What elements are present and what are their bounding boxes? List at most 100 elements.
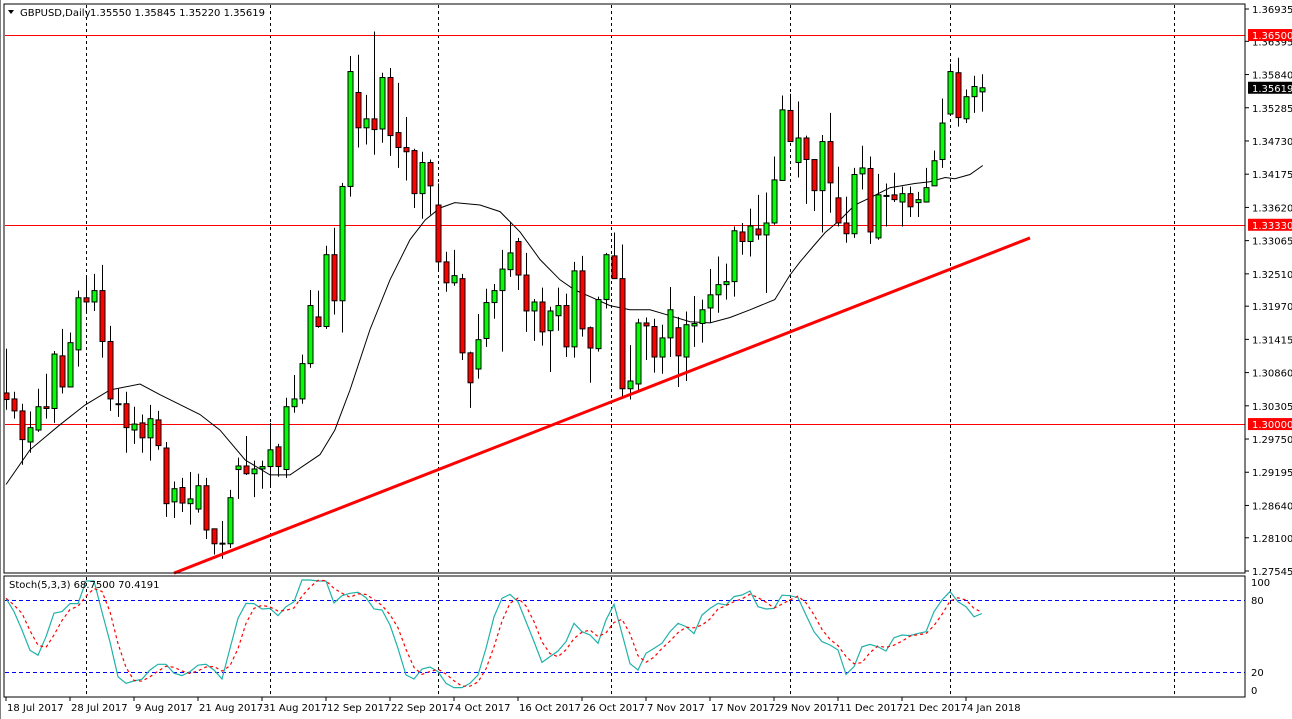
bull-candle-body: [708, 295, 713, 308]
bear-candle-body: [84, 298, 89, 302]
bear-candle-body: [868, 169, 873, 232]
price-badge: 1.36500: [1248, 29, 1292, 42]
ohlc-values: 1.35550 1.35845 1.35220 1.35619: [90, 8, 265, 19]
bull-candle-body: [532, 302, 537, 311]
price-tick-label: 1.35840: [1252, 71, 1292, 82]
bear-candle-body: [908, 194, 913, 207]
candle: [204, 478, 209, 539]
bear-candle-body: [404, 148, 409, 152]
bull-candle-body: [860, 168, 865, 174]
bull-candle-body: [932, 161, 937, 186]
date-tick-label: 21 Dec 2017: [903, 703, 967, 714]
bear-candle-body: [204, 486, 209, 530]
bull-candle-body: [716, 285, 721, 295]
bull-candle-body: [724, 282, 729, 285]
bear-candle-body: [828, 142, 833, 183]
candle: [852, 168, 857, 238]
price-badge: 1.33330: [1248, 219, 1292, 232]
bear-candle-body: [804, 138, 809, 160]
chart-header: GBPUSD,Daily 1.35550 1.35845 1.35220 1.3…: [8, 8, 265, 19]
bull-candle-body: [36, 407, 41, 430]
bull-candle-body: [924, 188, 929, 202]
price-badge: 1.30000: [1248, 418, 1292, 431]
candle: [324, 246, 329, 329]
bull-candle-body: [772, 180, 777, 223]
bear-candle-body: [372, 119, 377, 130]
bull-candle-body: [324, 255, 329, 327]
bear-candle-body: [116, 404, 121, 405]
date-tick-label: 17 Nov 2017: [711, 703, 775, 714]
price-tick-label: 1.29750: [1252, 435, 1292, 446]
bear-candle-body: [124, 404, 129, 428]
price-tick-label: 1.29195: [1252, 468, 1292, 479]
bull-candle-body: [500, 269, 505, 291]
bull-candle-body: [420, 163, 425, 194]
bull-candle-body: [260, 467, 265, 469]
price-tick-label: 1.33620: [1252, 203, 1292, 214]
bull-candle-body: [132, 424, 137, 430]
bear-candle-body: [588, 328, 593, 348]
stoch-axis-label: 0: [1251, 686, 1257, 697]
bull-candle-body: [236, 466, 241, 470]
bear-candle-body: [20, 411, 25, 440]
bear-candle-body: [892, 195, 897, 200]
date-tick-label: 16 Oct 2017: [519, 703, 581, 714]
price-tick-label: 1.35285: [1252, 104, 1292, 115]
bull-candle-body: [628, 381, 633, 389]
bull-candle-body: [660, 338, 665, 357]
bull-candle-body: [476, 340, 481, 369]
bull-candle-body: [748, 226, 753, 242]
bull-candle-body: [76, 298, 81, 350]
bull-candle-body: [692, 324, 697, 326]
bear-candle-body: [652, 327, 657, 358]
bull-candle-body: [148, 419, 153, 438]
candle: [348, 56, 353, 197]
bear-candle-body: [316, 317, 321, 327]
date-tick-label: 4 Oct 2017: [455, 703, 510, 714]
candle: [948, 64, 953, 115]
bull-candle-body: [220, 543, 225, 544]
bull-candle-body: [252, 469, 257, 474]
bear-candle-body: [524, 275, 529, 311]
price-badge: 1.35619: [1248, 82, 1292, 95]
bull-candle-body: [228, 498, 233, 544]
bull-candle-body: [340, 186, 345, 300]
stoch-axis-label: 100: [1251, 578, 1270, 589]
bear-candle-body: [276, 447, 281, 467]
bull-candle-body: [188, 499, 193, 504]
date-tick-label: 11 Dec 2017: [839, 703, 903, 714]
bear-candle-body: [412, 151, 417, 194]
bear-candle-body: [580, 271, 585, 329]
date-tick-label: 28 Jul 2017: [71, 703, 128, 714]
bear-candle-body: [620, 279, 625, 389]
bear-candle-body: [396, 133, 401, 148]
bull-candle-body: [780, 110, 785, 181]
price-tick-label: 1.34175: [1252, 170, 1292, 181]
chart-window[interactable]: 10080200 1.369351.363951.358401.352851.3…: [0, 0, 1292, 719]
candle: [868, 157, 873, 244]
bear-candle-body: [676, 328, 681, 356]
candle: [228, 490, 233, 548]
date-tick-label: 9 Aug 2017: [135, 703, 193, 714]
price-tick-label: 1.31415: [1252, 335, 1292, 346]
price-tick-label: 1.30860: [1252, 369, 1292, 380]
price-tick-label: 1.32510: [1252, 270, 1292, 281]
price-tick-label: 1.27545: [1252, 567, 1292, 578]
bull-candle-body: [380, 78, 385, 129]
bull-candle-body: [452, 276, 457, 283]
price-badge-label: 1.30000: [1252, 420, 1292, 431]
bull-candle-body: [52, 354, 57, 408]
bear-candle-body: [4, 393, 9, 400]
stoch-axis-label: 20: [1251, 668, 1264, 679]
bull-candle-body: [508, 253, 513, 270]
date-tick-label: 29 Nov 2017: [775, 703, 839, 714]
bull-candle-body: [948, 72, 953, 114]
bull-candle-body: [684, 325, 689, 357]
price-tick-label: 1.28100: [1252, 534, 1292, 545]
candle: [460, 274, 465, 360]
bull-candle-body: [348, 72, 353, 187]
bear-candle-body: [332, 255, 337, 301]
bull-candle-body: [604, 255, 609, 300]
price-tick-label: 1.30305: [1252, 402, 1292, 413]
bear-candle-body: [388, 78, 393, 136]
